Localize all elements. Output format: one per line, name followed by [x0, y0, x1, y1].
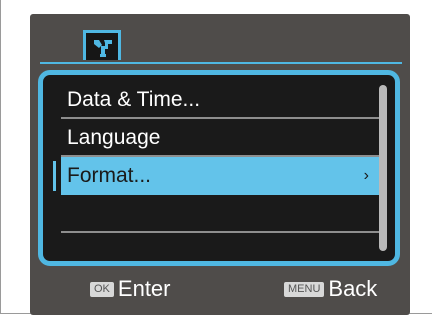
menu-item-empty[interactable] — [61, 195, 379, 233]
menu-item-empty[interactable] — [61, 233, 379, 261]
wrench-icon — [94, 40, 112, 57]
tab-bar — [40, 30, 402, 64]
enter-label: Enter — [117, 276, 171, 301]
back-hint[interactable]: MENU Back — [284, 272, 377, 306]
ok-key-icon: OK — [90, 281, 114, 297]
menu-item-label: Format... — [67, 164, 152, 187]
chevron-right-icon: › — [363, 167, 369, 184]
menu-item-label: Language — [67, 126, 161, 149]
menu-item-language[interactable]: Language — [61, 119, 379, 157]
menu-key-icon: MENU — [284, 281, 325, 297]
camera-screen: Data & Time... Language Format... › OK E… — [30, 14, 410, 315]
enter-hint[interactable]: OK Enter — [90, 272, 171, 306]
back-label: Back — [328, 276, 378, 301]
footer-hints: OK Enter MENU Back — [30, 272, 410, 306]
menu-item-format[interactable]: Format... › — [53, 157, 379, 195]
tab-setup[interactable] — [83, 30, 121, 60]
menu-item-label: Data & Time... — [67, 88, 201, 111]
menu-item-date-time[interactable]: Data & Time... — [61, 81, 379, 119]
scrollbar[interactable] — [379, 85, 387, 251]
settings-menu: Data & Time... Language Format... › — [38, 70, 400, 266]
